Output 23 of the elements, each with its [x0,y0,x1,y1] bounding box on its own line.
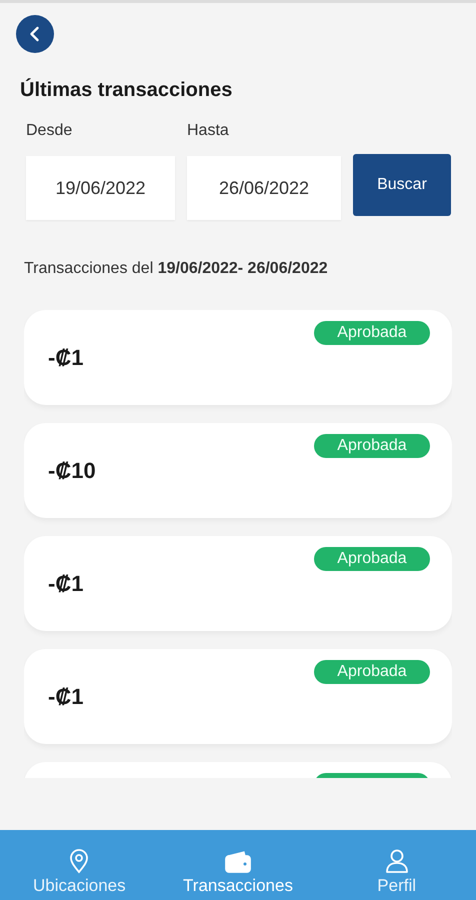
date-range-text: Transacciones del 19/06/2022- 26/06/2022 [24,260,329,278]
transaction-card[interactable]: -₡1 Aprobada [24,649,452,744]
page-title: Últimas transacciones [20,79,234,102]
field-label: Hasta [187,122,230,140]
search-button[interactable]: Buscar [353,154,451,216]
status-badge: Aprobada [314,547,430,571]
status-badge: Aprobada [314,321,430,345]
status-badge: Aprobada [314,660,430,684]
person-icon [384,848,410,874]
field-label: Desde [26,122,74,140]
date-field[interactable]: 26/06/2022 [187,156,341,220]
date-field[interactable]: 19/06/2022 [26,156,175,220]
transaction-card[interactable]: -₡1 Aprobada [24,310,452,405]
location-pin-icon [68,848,90,874]
back-button[interactable] [16,15,54,53]
amount-text: -₡1 [48,684,84,710]
amount-text: -₡1 [48,344,84,370]
transaction-card[interactable]: -₡10 Aprobada [24,423,452,518]
status-badge: Aprobada [314,434,430,458]
amount-text: -₡1 [48,570,84,596]
amount-text: -₡10 [48,458,96,484]
transaction-card[interactable]: -₡1 Aprobada [24,536,452,631]
wallet-icon [224,850,252,874]
